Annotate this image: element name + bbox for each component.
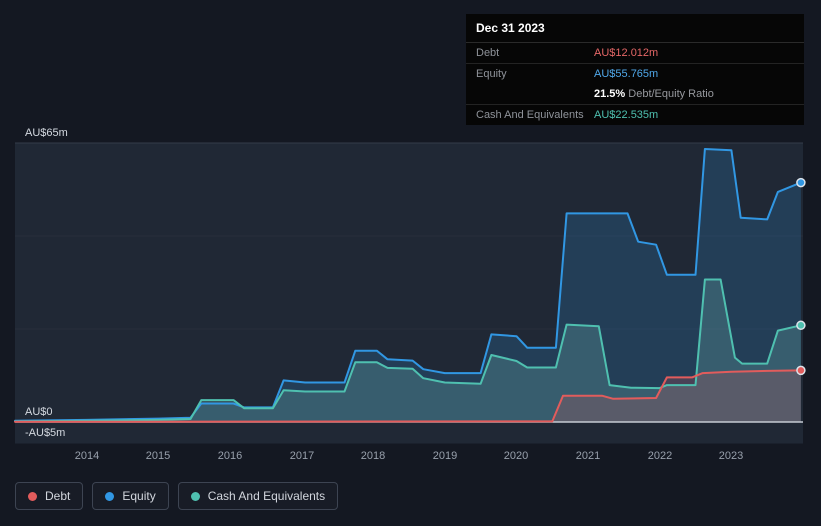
cash-dot-icon [190,491,200,501]
legend: Debt Equity Cash And Equivalents [15,482,339,510]
x-axis-label: 2014 [74,450,100,462]
legend-item-equity[interactable]: Equity [92,482,169,510]
x-axis-label: 2019 [432,450,458,462]
tooltip-debt-label: Debt [476,47,500,59]
x-axis-label: 2016 [217,450,243,462]
tooltip-ratio-value: 21.5% Debt/Equity Ratio [594,88,714,100]
y-axis-label: -AU$5m [25,427,66,439]
tooltip-equity-label: Equity [476,68,507,80]
x-axis-label: 2015 [145,450,171,462]
equity-end-marker[interactable] [796,177,806,188]
x-axis-label: 2022 [647,450,673,462]
x-axis-label: 2020 [503,450,529,462]
x-axis-label: 2021 [575,450,601,462]
tooltip: Dec 31 2023 Debt AU$12.012m Equity AU$55… [466,14,804,125]
x-axis-label: 2017 [289,450,315,462]
tooltip-ratio-text: Debt/Equity Ratio [628,88,714,100]
debt-equity-history-chart: AU$65m AU$0 -AU$5m 2014 2015 2016 2017 2018 2019… [0,0,821,526]
tooltip-date: Dec 31 2023 [466,14,804,43]
tooltip-cash-value: AU$22.535m [594,109,659,121]
tooltip-row-ratio: 21.5% Debt/Equity Ratio [466,84,804,105]
debt-dot-icon [28,491,37,501]
tooltip-row-debt: Debt AU$12.012m [466,43,804,64]
x-axis-label: 2018 [360,450,386,462]
debt-end-marker[interactable] [796,365,806,376]
tooltip-debt-value: AU$12.012m [594,47,659,59]
tooltip-equity-value: AU$55.765m [594,68,659,80]
x-axis-label: 2023 [718,450,744,462]
legend-item-debt[interactable]: Debt [15,482,84,510]
y-axis-label: AU$0 [25,406,53,418]
tooltip-row-cash: Cash And Equivalents AU$22.535m [466,105,804,125]
tooltip-cash-label: Cash And Equivalents [476,109,584,121]
tooltip-row-equity: Equity AU$55.765m [466,64,804,84]
cash-end-marker[interactable] [796,320,806,331]
y-axis-label: AU$65m [25,127,68,139]
legend-cash-label: Cash And Equivalents [207,489,326,503]
legend-equity-label: Equity [122,489,156,503]
tooltip-ratio-percent: 21.5% [594,88,626,100]
equity-dot-icon [105,491,115,501]
legend-item-cash[interactable]: Cash And Equivalents [177,482,339,510]
legend-debt-label: Debt [45,489,71,503]
